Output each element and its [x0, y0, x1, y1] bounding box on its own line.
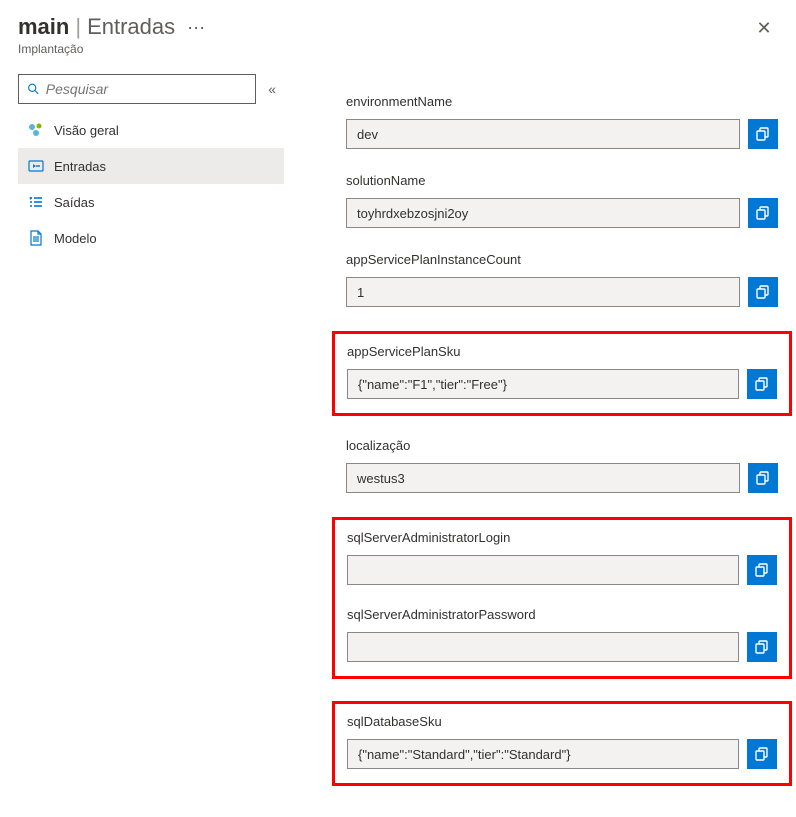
- param-label: sqlServerAdministratorPassword: [347, 607, 777, 622]
- param-value-input[interactable]: [346, 277, 740, 307]
- copy-icon: [755, 284, 771, 300]
- param-value-input[interactable]: [346, 463, 740, 493]
- param-sqlServerAdministratorPassword: sqlServerAdministratorPassword: [347, 607, 777, 662]
- highlight-sqlDatabaseSku: sqlDatabaseSku: [332, 701, 792, 786]
- main-content: environmentName solutionName appServiceP…: [290, 74, 796, 808]
- param-sqlServerAdministratorLogin: sqlServerAdministratorLogin: [347, 530, 777, 585]
- sidebar-item-template[interactable]: Modelo: [18, 220, 284, 256]
- sidebar-item-label: Saídas: [54, 195, 94, 210]
- copy-icon: [755, 126, 771, 142]
- param-value-input[interactable]: [346, 198, 740, 228]
- outputs-icon: [28, 194, 44, 210]
- param-sqlDatabaseSku: sqlDatabaseSku: [347, 714, 777, 769]
- param-label: environmentName: [346, 94, 778, 109]
- overview-icon: [28, 122, 44, 138]
- param-label: solutionName: [346, 173, 778, 188]
- copy-button[interactable]: [748, 198, 778, 228]
- sidebar-item-outputs[interactable]: Saídas: [18, 184, 284, 220]
- copy-button[interactable]: [747, 555, 777, 585]
- copy-button[interactable]: [748, 277, 778, 307]
- copy-button[interactable]: [747, 739, 777, 769]
- collapse-sidebar-button[interactable]: «: [264, 77, 280, 101]
- param-label: appServicePlanInstanceCount: [346, 252, 778, 267]
- copy-button[interactable]: [748, 119, 778, 149]
- sidebar-item-label: Entradas: [54, 159, 106, 174]
- close-button[interactable]: ✕: [752, 18, 776, 42]
- highlight-appServicePlanSku: appServicePlanSku: [332, 331, 792, 416]
- copy-icon: [754, 376, 770, 392]
- param-value-input[interactable]: [347, 555, 739, 585]
- highlight-sqlServerAdministrator: sqlServerAdministratorLogin sqlServerAdm…: [332, 517, 792, 679]
- sidebar: « Visão geral Entradas Saídas Modelo: [0, 74, 290, 808]
- search-icon: [27, 82, 40, 96]
- param-value-input[interactable]: [347, 739, 739, 769]
- param-label: localização: [346, 438, 778, 453]
- sidebar-item-overview[interactable]: Visão geral: [18, 112, 284, 148]
- param-solutionName: solutionName: [346, 173, 778, 228]
- copy-button[interactable]: [747, 632, 777, 662]
- param-value-input[interactable]: [347, 632, 739, 662]
- copy-icon: [754, 562, 770, 578]
- copy-icon: [754, 639, 770, 655]
- param-appServicePlanSku: appServicePlanSku: [347, 344, 777, 399]
- inputs-icon: [28, 158, 44, 174]
- copy-icon: [754, 746, 770, 762]
- template-icon: [28, 230, 44, 246]
- param-value-input[interactable]: [346, 119, 740, 149]
- copy-button[interactable]: [747, 369, 777, 399]
- search-input[interactable]: [46, 81, 247, 97]
- sidebar-item-inputs[interactable]: Entradas: [18, 148, 284, 184]
- page-subtitle: Implantação: [18, 42, 206, 56]
- copy-icon: [755, 470, 771, 486]
- param-localizacao: localização: [346, 438, 778, 493]
- copy-icon: [755, 205, 771, 221]
- sidebar-item-label: Modelo: [54, 231, 97, 246]
- more-actions-button[interactable]: ⋯: [187, 18, 206, 39]
- param-label: sqlServerAdministratorLogin: [347, 530, 777, 545]
- param-value-input[interactable]: [347, 369, 739, 399]
- page-title-main: main: [18, 14, 69, 40]
- title-separator: |: [75, 14, 81, 40]
- blade-header: main | Entradas ⋯ Implantação ✕: [0, 0, 796, 60]
- param-label: sqlDatabaseSku: [347, 714, 777, 729]
- param-environmentName: environmentName: [346, 94, 778, 149]
- sidebar-item-label: Visão geral: [54, 123, 119, 138]
- search-box[interactable]: [18, 74, 256, 104]
- param-label: appServicePlanSku: [347, 344, 777, 359]
- copy-button[interactable]: [748, 463, 778, 493]
- param-appServicePlanInstanceCount: appServicePlanInstanceCount: [346, 252, 778, 307]
- page-title-section: Entradas: [87, 14, 175, 40]
